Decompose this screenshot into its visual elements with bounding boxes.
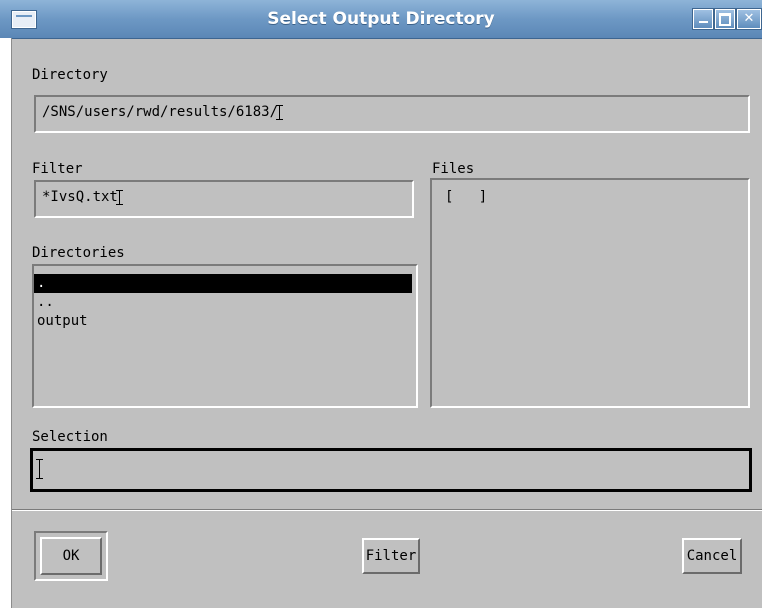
- dialog-body: Directory /SNS/users/rwd/results/6183/ F…: [12, 39, 762, 608]
- directories-label: Directories: [32, 245, 125, 261]
- filter-label: Filter: [32, 161, 83, 177]
- text-cursor-icon: [36, 459, 43, 479]
- directories-list[interactable]: . .. output: [32, 264, 418, 408]
- directory-value: /SNS/users/rwd/results/6183/: [42, 104, 279, 120]
- close-icon[interactable]: ✕: [737, 9, 761, 29]
- selection-label: Selection: [32, 429, 108, 445]
- list-item[interactable]: [ ]: [442, 188, 748, 207]
- minimize-icon[interactable]: [693, 9, 713, 29]
- filter-button[interactable]: Filter: [362, 538, 420, 574]
- window-title: Select Output Directory: [267, 9, 495, 29]
- filter-field[interactable]: *IvsQ.txt: [34, 180, 414, 218]
- directory-field[interactable]: /SNS/users/rwd/results/6183/: [34, 95, 750, 133]
- cancel-button[interactable]: Cancel: [682, 538, 742, 574]
- text-cursor-icon: [276, 104, 284, 120]
- ok-button[interactable]: OK: [40, 537, 102, 575]
- directory-label: Directory: [32, 67, 108, 83]
- files-list[interactable]: [ ]: [430, 178, 750, 408]
- maximize-icon[interactable]: [715, 9, 735, 29]
- title-bar[interactable]: Select Output Directory ✕: [0, 0, 762, 39]
- button-separator: [12, 509, 762, 511]
- list-item[interactable]: output: [34, 312, 412, 331]
- files-label: Files: [432, 161, 475, 177]
- file-dialog-window: Select Output Directory ✕ Directory /SNS…: [0, 0, 762, 608]
- list-item[interactable]: ..: [34, 293, 412, 312]
- text-cursor-icon: [115, 189, 123, 205]
- list-item[interactable]: .: [34, 274, 412, 293]
- selection-field[interactable]: [30, 448, 752, 492]
- filter-value: *IvsQ.txt: [42, 189, 118, 205]
- window-left-border: [0, 38, 12, 608]
